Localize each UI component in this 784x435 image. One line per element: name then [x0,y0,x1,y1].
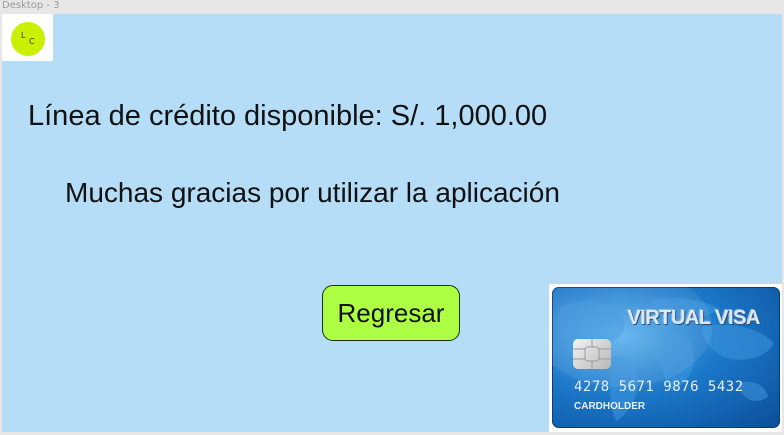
card-holder: CARDHOLDER [574,401,646,412]
chip-icon [573,339,611,369]
credit-line-text: Línea de crédito disponible: S/. 1,000.0… [28,100,548,132]
card-number: 4278 5671 9876 5432 [574,379,744,395]
logo-circle: L C [11,22,45,56]
back-button[interactable]: Regresar [322,285,460,341]
logo-letter-c: C [29,37,35,46]
card-title: VIRTUAL VISA [627,307,760,329]
virtual-card: VIRTUAL VISA 4278 5671 9876 5432 CARDHOL… [552,287,780,428]
artboard: L C Línea de crédito disponible: S/. 1,0… [2,14,782,432]
virtual-card-image: VIRTUAL VISA 4278 5671 9876 5432 CARDHOL… [549,284,782,432]
frame-label: Desktop - 3 [2,0,60,11]
logo: L C [2,14,53,61]
thanks-message: Muchas gracias por utilizar la aplicació… [65,177,560,208]
logo-letter-l: L [21,31,26,40]
